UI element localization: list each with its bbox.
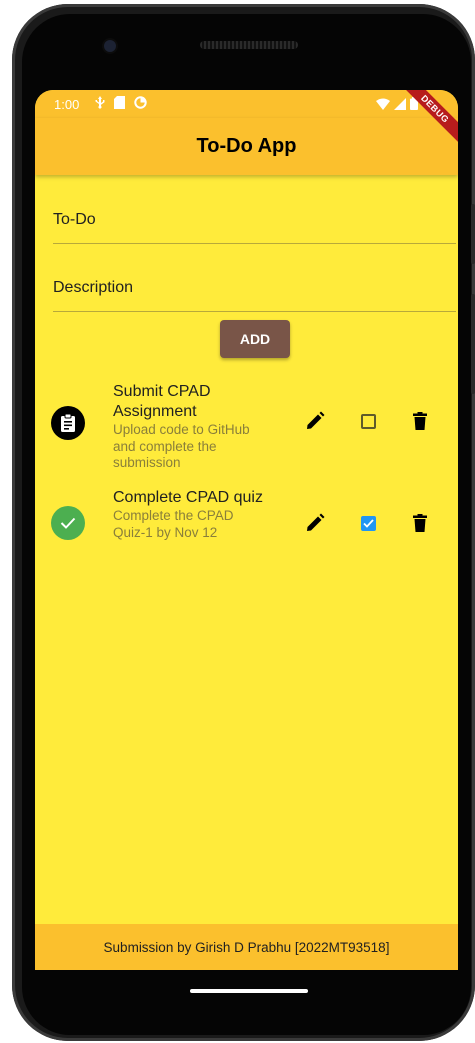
todo-text: Complete CPAD quiz Complete the CPAD Qui… (113, 488, 263, 541)
todo-avatar (51, 406, 85, 440)
footer-text: Submission by Girish D Prabhu [2022MT935… (103, 939, 390, 955)
complete-checkbox[interactable] (355, 408, 381, 434)
edit-button[interactable] (302, 408, 328, 434)
signal-icon (394, 97, 406, 110)
todo-item[interactable]: Submit CPAD Assignment Upload code to Gi… (35, 382, 458, 476)
todo-description: Complete the CPAD Quiz-1 by Nov 12 (113, 508, 234, 540)
usb-icon (95, 96, 105, 109)
home-gesture-handle[interactable] (190, 989, 308, 993)
status-time: 1:00 (54, 97, 80, 112)
todo-title: Submit CPAD Assignment (113, 383, 211, 420)
checkbox-unchecked (360, 413, 376, 429)
volume-button (471, 204, 475, 264)
sync-circle-icon (134, 96, 147, 109)
todo-text: Submit CPAD Assignment Upload code to Gi… (113, 382, 263, 472)
todo-description: Upload code to GitHub and complete the s… (113, 422, 250, 470)
complete-checkbox[interactable] (355, 510, 381, 536)
pencil-icon (307, 513, 325, 531)
earpiece-speaker (200, 41, 298, 49)
power-button (471, 294, 475, 394)
sd-card-icon (114, 96, 125, 109)
todo-item[interactable]: Complete CPAD quiz Complete the CPAD Qui… (35, 488, 458, 568)
checkbox-checked (360, 515, 376, 531)
footer: Submission by Girish D Prabhu [2022MT935… (35, 924, 458, 970)
clipboard-icon (61, 414, 75, 432)
app-screen: 1:00 DEBUG To-Do App To-Do Description A… (35, 90, 458, 970)
trash-icon (413, 514, 427, 532)
status-icons-right (376, 97, 418, 110)
status-bar: 1:00 (35, 90, 458, 118)
add-button[interactable]: ADD (220, 320, 290, 358)
todo-title: Complete CPAD quiz (113, 489, 263, 506)
app-bar: To-Do App (35, 118, 458, 175)
delete-button[interactable] (407, 510, 433, 536)
front-camera (104, 40, 116, 52)
pencil-icon (307, 411, 325, 429)
checkmark-icon (362, 518, 374, 528)
delete-button[interactable] (407, 408, 433, 434)
todo-input[interactable] (53, 211, 456, 229)
todo-avatar-done (51, 506, 85, 540)
todo-field (53, 183, 456, 244)
wifi-icon (376, 98, 390, 110)
app-title: To-Do App (196, 135, 297, 157)
description-field (53, 251, 456, 312)
description-input[interactable] (53, 279, 456, 297)
status-icons-left (95, 96, 147, 109)
edit-button[interactable] (302, 510, 328, 536)
check-icon (60, 517, 76, 529)
trash-icon (413, 412, 427, 430)
